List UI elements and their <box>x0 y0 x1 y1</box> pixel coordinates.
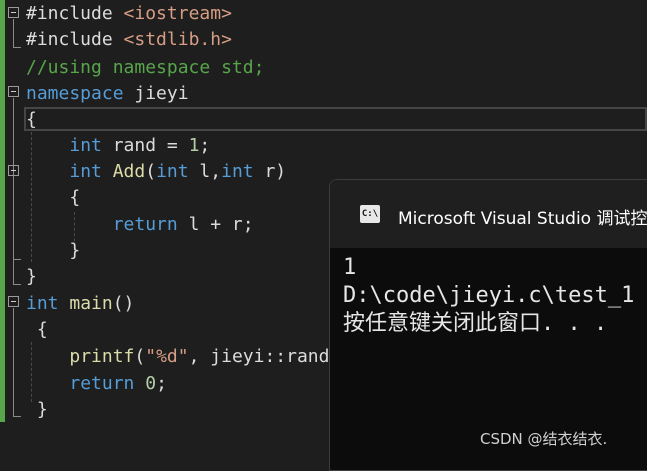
fold-end <box>13 259 21 260</box>
code-token: return <box>69 373 135 394</box>
fold-toggle-namespace[interactable] <box>8 86 19 97</box>
code-token: namespace <box>26 83 124 104</box>
code-token: return <box>112 214 178 235</box>
code-line-text: namespace jieyi <box>26 81 189 107</box>
console-output-line: D:\code\jieyi.c\test_1 <box>343 283 635 308</box>
code-token: { <box>26 187 81 208</box>
code-line-text: return 0; <box>26 371 167 397</box>
code-token: <stdlib.h> <box>123 29 232 50</box>
console-output-line: 1 <box>343 255 357 280</box>
code-line-text: int rand = 1; <box>26 133 210 159</box>
code-token: } <box>26 266 37 287</box>
change-indicator-bar <box>0 0 5 422</box>
code-token: int <box>69 161 102 182</box>
fold-end <box>13 47 21 48</box>
code-token: printf <box>69 346 135 367</box>
fold-toggle-include[interactable] <box>8 7 19 18</box>
code-token: ( <box>134 346 146 367</box>
code-token: #include <box>26 29 124 50</box>
code-token: main <box>69 293 113 314</box>
code-token: //using namespace std; <box>26 57 265 78</box>
code-token: { <box>26 109 37 130</box>
console-title: Microsoft Visual Studio 调试控制台 <box>398 209 647 229</box>
code-token: r) <box>253 161 287 182</box>
code-token: int <box>69 135 102 156</box>
code-line-text: #include <iostream> <box>26 1 232 27</box>
fold-line <box>13 308 14 416</box>
code-token: () <box>112 293 135 314</box>
code-line-text: printf("%d", jieyi::rand); <box>26 344 351 370</box>
code-token: ; <box>199 135 211 156</box>
code-token: { <box>26 319 48 340</box>
code-token: l + r; <box>177 214 254 235</box>
code-line-text: { <box>26 317 48 343</box>
code-token: 0 <box>145 373 157 394</box>
fold-toggle-main[interactable] <box>8 296 19 307</box>
code-token: int <box>221 161 254 182</box>
code-token: int <box>156 161 189 182</box>
code-token: ; <box>156 373 167 394</box>
watermark: CSDN @结衣结衣. <box>480 430 608 448</box>
code-line-text: } <box>26 397 48 423</box>
code-token: jieyi <box>123 83 189 104</box>
fold-end <box>13 284 21 285</box>
code-token: } <box>26 240 81 261</box>
code-line-text: } <box>26 264 37 290</box>
code-line-text: //using namespace std; <box>26 55 264 81</box>
fold-end <box>13 416 21 417</box>
code-token: #include <box>26 3 124 24</box>
console-window-icon: C:\ <box>360 205 380 223</box>
code-line-text: #include <stdlib.h> <box>26 27 232 53</box>
code-line-text: int main() <box>26 291 134 317</box>
code-token: ( <box>145 161 157 182</box>
code-line-text: return l + r; <box>26 212 254 238</box>
console-output-line: 按任意键关闭此窗口. . . <box>343 311 608 336</box>
current-line-highlight <box>24 107 647 131</box>
code-token: Add <box>112 161 146 182</box>
code-token: int <box>26 293 59 314</box>
code-token: l, <box>188 161 222 182</box>
code-line-text: { <box>26 185 80 211</box>
code-token: "%d" <box>145 346 189 367</box>
code-line-text: { <box>26 107 37 133</box>
code-token: , jieyi::rand); <box>188 346 352 367</box>
code-line-text: int Add(int l,int r) <box>26 159 286 185</box>
fold-toggle-add[interactable] <box>8 165 19 176</box>
fold-line <box>13 177 14 259</box>
code-token: <iostream> <box>123 3 232 24</box>
code-token: 1 <box>188 135 200 156</box>
fold-line <box>13 19 14 47</box>
console-title-bar[interactable]: C:\ Microsoft Visual Studio 调试控制台 <box>330 180 647 248</box>
code-token: } <box>26 399 48 420</box>
code-token: rand = <box>101 135 189 156</box>
code-line-text: } <box>26 238 80 264</box>
